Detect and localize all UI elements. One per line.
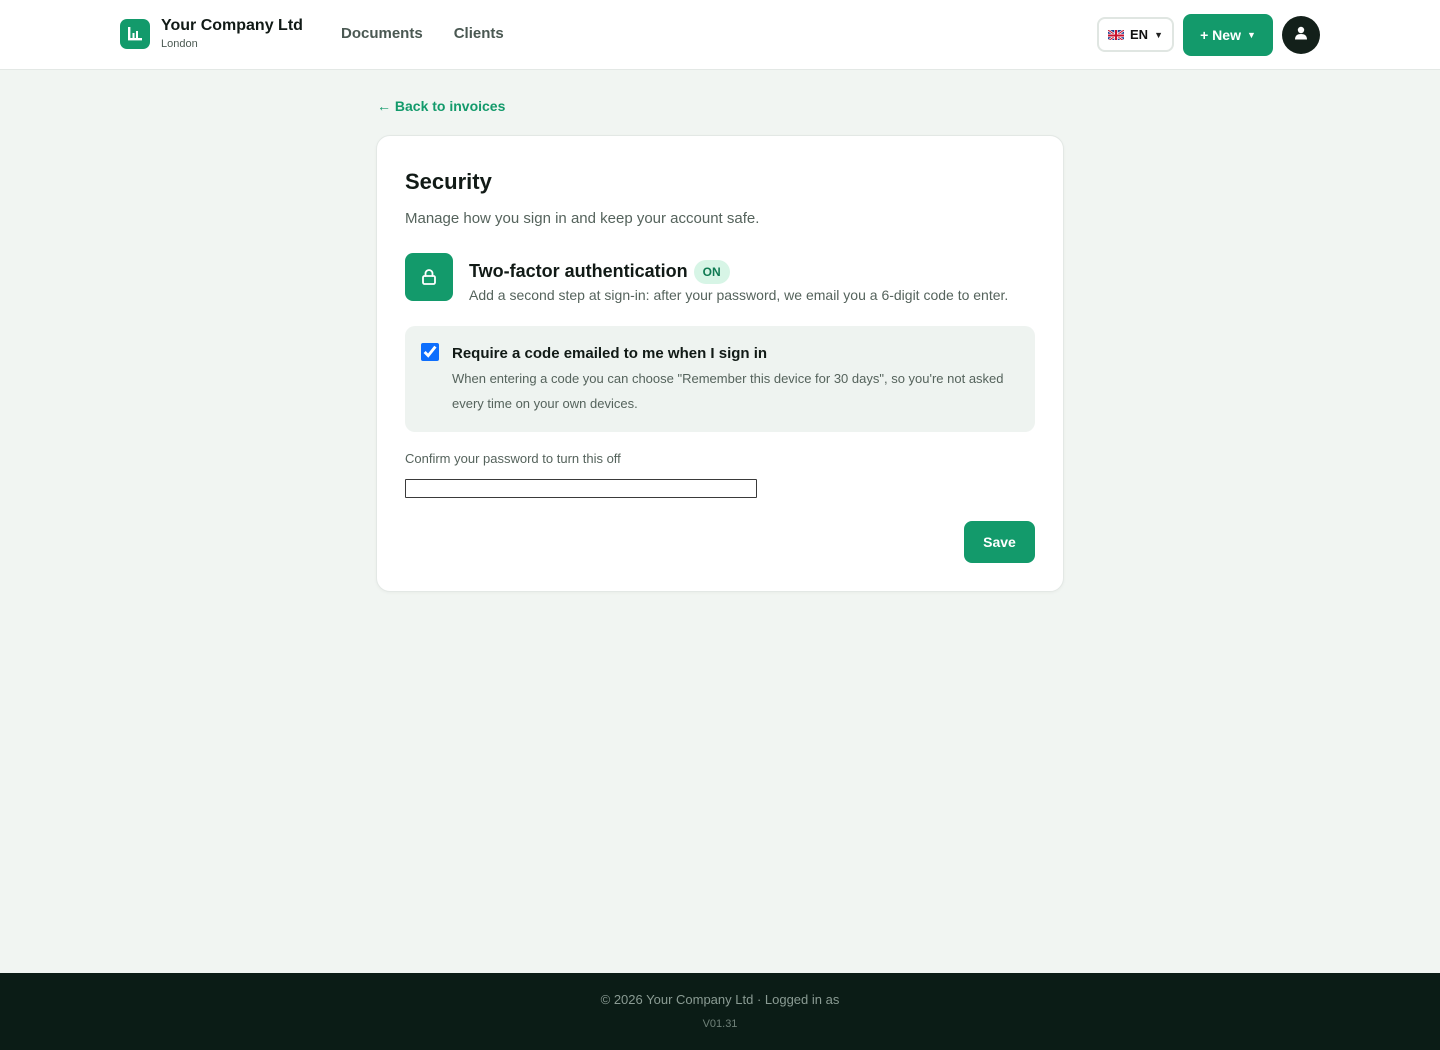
nav-clients[interactable]: Clients xyxy=(454,25,504,43)
company-name: Your Company Ltd xyxy=(161,17,303,34)
footer-copyright: © 2026 Your Company Ltd · Logged in as xyxy=(600,992,840,1007)
save-button[interactable]: Save xyxy=(964,521,1035,563)
two-factor-heading: Two-factor authentication ON xyxy=(469,258,730,284)
company-location: London xyxy=(161,38,198,50)
chart-logo-icon xyxy=(120,19,150,49)
language-selector[interactable]: EN ▼ xyxy=(1097,17,1174,52)
new-button[interactable]: + New ▼ xyxy=(1183,14,1273,56)
footer: © 2026 Your Company Ltd · Logged in as V… xyxy=(0,973,1440,1050)
top-navigation-bar: Your Company Ltd London Documents Client… xyxy=(0,0,1440,70)
require-email-code-label[interactable]: Require a code emailed to me when I sign… xyxy=(452,345,767,362)
two-factor-title: Two-factor authentication xyxy=(469,260,688,281)
footer-version: V01.31 xyxy=(702,1018,738,1030)
lock-icon xyxy=(405,253,453,301)
back-to-invoices-link[interactable]: ← Back to invoices xyxy=(377,98,505,114)
new-button-label: + New xyxy=(1200,27,1241,43)
language-code: EN xyxy=(1130,27,1149,42)
confirm-password-field[interactable] xyxy=(405,479,757,498)
two-factor-description: Add a second step at sign-in: after your… xyxy=(469,287,1009,303)
brand[interactable]: Your Company Ltd London xyxy=(120,16,303,52)
page-description: Manage how you sign in and keep your acc… xyxy=(405,210,760,227)
security-card: Security Manage how you sign in and keep… xyxy=(376,135,1064,592)
confirm-password-label: Confirm your password to turn this off xyxy=(405,451,621,466)
require-email-code-checkbox[interactable] xyxy=(421,343,439,361)
require-email-code-description: When entering a code you can choose "Rem… xyxy=(452,371,1004,411)
email-code-option: Require a code emailed to me when I sign… xyxy=(405,326,1035,432)
user-avatar[interactable] xyxy=(1282,16,1320,54)
nav-documents[interactable]: Documents xyxy=(341,25,423,43)
user-icon xyxy=(1294,26,1308,45)
uk-flag-icon xyxy=(1108,29,1124,40)
main-nav: Documents Clients xyxy=(341,25,504,43)
chevron-down-icon: ▼ xyxy=(1246,30,1256,40)
status-badge: ON xyxy=(693,260,730,284)
chevron-down-icon: ▼ xyxy=(1154,29,1163,40)
page-title: Security xyxy=(405,169,492,194)
